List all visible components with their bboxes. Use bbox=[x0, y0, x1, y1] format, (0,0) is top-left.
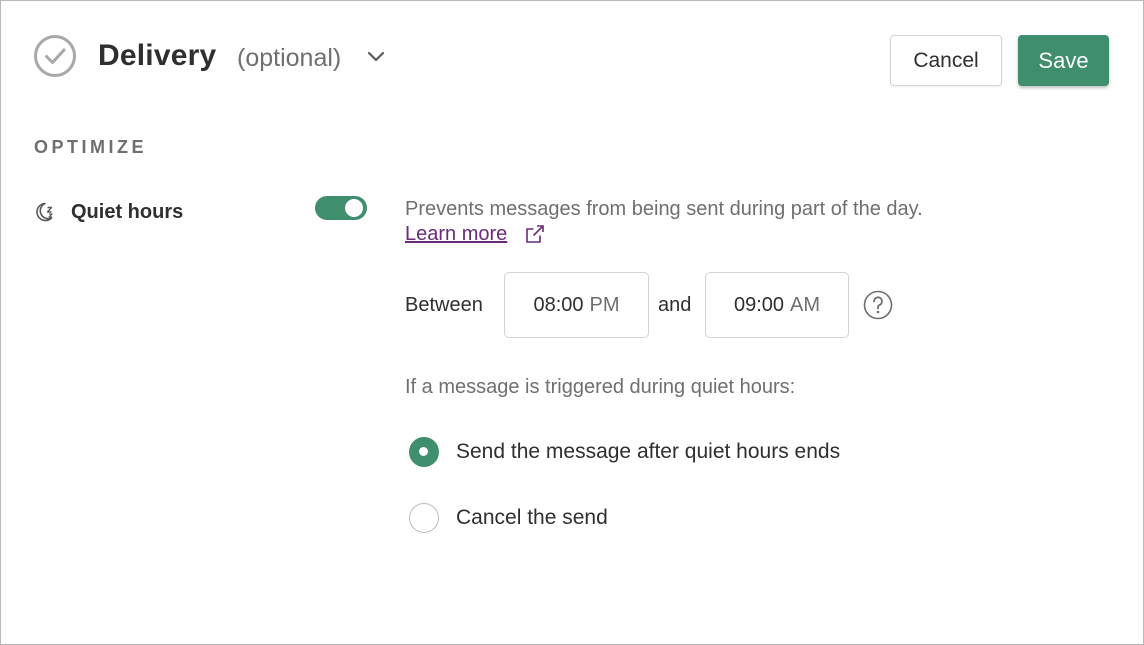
option-cancel-send[interactable]: Cancel the send bbox=[409, 503, 608, 533]
toggle-knob bbox=[345, 199, 363, 217]
end-time-ampm: AM bbox=[790, 293, 821, 316]
section-label-optimize: OPTIMIZE bbox=[34, 137, 147, 157]
radio-cancel-send[interactable] bbox=[409, 503, 439, 533]
quiet-hours-description: Prevents messages from being sent during… bbox=[405, 198, 923, 220]
chevron-down-icon[interactable] bbox=[367, 50, 385, 64]
radio-label-send-after: Send the message after quiet hours ends bbox=[456, 440, 841, 463]
start-time-input[interactable]: 08:00 PM bbox=[504, 272, 649, 338]
option-send-after[interactable]: Send the message after quiet hours ends bbox=[409, 437, 840, 467]
external-link-icon[interactable] bbox=[524, 223, 546, 245]
start-time-value: 08:00 bbox=[533, 293, 584, 316]
and-label: and bbox=[658, 294, 692, 316]
page-title: Delivery bbox=[98, 39, 217, 72]
start-time-ampm: PM bbox=[589, 293, 620, 316]
radio-label-cancel-send: Cancel the send bbox=[456, 506, 608, 529]
moon-zzz-icon bbox=[36, 202, 53, 222]
check-circle-icon bbox=[34, 35, 76, 77]
end-time-input[interactable]: 09:00 AM bbox=[705, 272, 849, 338]
quiet-hours-toggle[interactable] bbox=[315, 196, 367, 220]
help-icon[interactable] bbox=[863, 290, 893, 320]
cancel-button[interactable]: Cancel bbox=[890, 35, 1002, 86]
trigger-prompt: If a message is triggered during quiet h… bbox=[405, 376, 796, 398]
end-time-value: 09:00 bbox=[733, 293, 785, 316]
optional-label: (optional) bbox=[237, 44, 342, 72]
delivery-panel: Delivery (optional) Cancel Save OPTIMIZE… bbox=[0, 0, 1144, 645]
learn-more-link[interactable]: Learn more bbox=[405, 223, 507, 246]
between-label: Between bbox=[405, 294, 483, 316]
quiet-hours-label: Quiet hours bbox=[71, 201, 184, 223]
radio-send-after[interactable] bbox=[409, 437, 439, 467]
save-button[interactable]: Save bbox=[1018, 35, 1109, 86]
